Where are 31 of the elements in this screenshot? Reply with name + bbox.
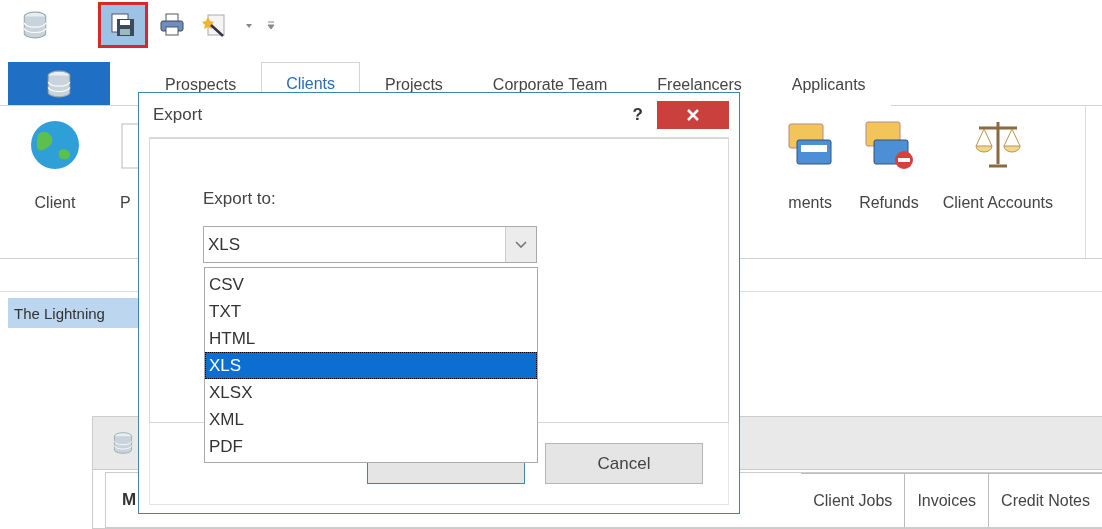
save-button[interactable] bbox=[98, 2, 148, 48]
close-button[interactable] bbox=[657, 101, 729, 129]
scales-icon bbox=[972, 120, 1023, 170]
ribbon-button[interactable]: Client Accounts bbox=[930, 106, 1065, 258]
section-heading: M bbox=[122, 490, 137, 510]
ribbon-button[interactable]: Client bbox=[20, 106, 90, 258]
customize-icon[interactable] bbox=[266, 20, 276, 30]
dropdown-option[interactable]: XLS bbox=[205, 352, 537, 379]
dropdown-option[interactable]: XML bbox=[205, 406, 537, 433]
ribbon-button[interactable]: ments bbox=[773, 106, 848, 258]
dropdown-option[interactable]: CSV bbox=[205, 271, 537, 298]
help-button[interactable]: ? bbox=[626, 104, 649, 126]
globe-icon bbox=[30, 120, 80, 170]
database-icon bbox=[111, 431, 135, 455]
app-menu-button[interactable] bbox=[8, 62, 110, 105]
document-tab[interactable]: Invoices bbox=[904, 473, 989, 527]
save-icon bbox=[110, 12, 136, 38]
wand-icon bbox=[201, 12, 227, 38]
field-label: Export to: bbox=[203, 189, 277, 209]
dropdown-option[interactable]: PDF bbox=[205, 433, 537, 460]
cancel-button[interactable]: Cancel bbox=[545, 443, 703, 484]
close-icon bbox=[686, 108, 700, 122]
dropdown-option[interactable]: TXT bbox=[205, 298, 537, 325]
chevron-icon bbox=[515, 240, 527, 249]
dialog-title: Export bbox=[153, 105, 203, 125]
dropdown-option[interactable]: XLSX bbox=[205, 379, 537, 406]
format-dropdown[interactable]: XLS bbox=[203, 226, 537, 263]
printer-icon bbox=[159, 12, 185, 38]
dropdown-option[interactable]: HTML bbox=[205, 325, 537, 352]
document-tab[interactable]: Credit Notes bbox=[988, 473, 1102, 527]
ribbon-button[interactable]: Refunds bbox=[847, 106, 931, 258]
